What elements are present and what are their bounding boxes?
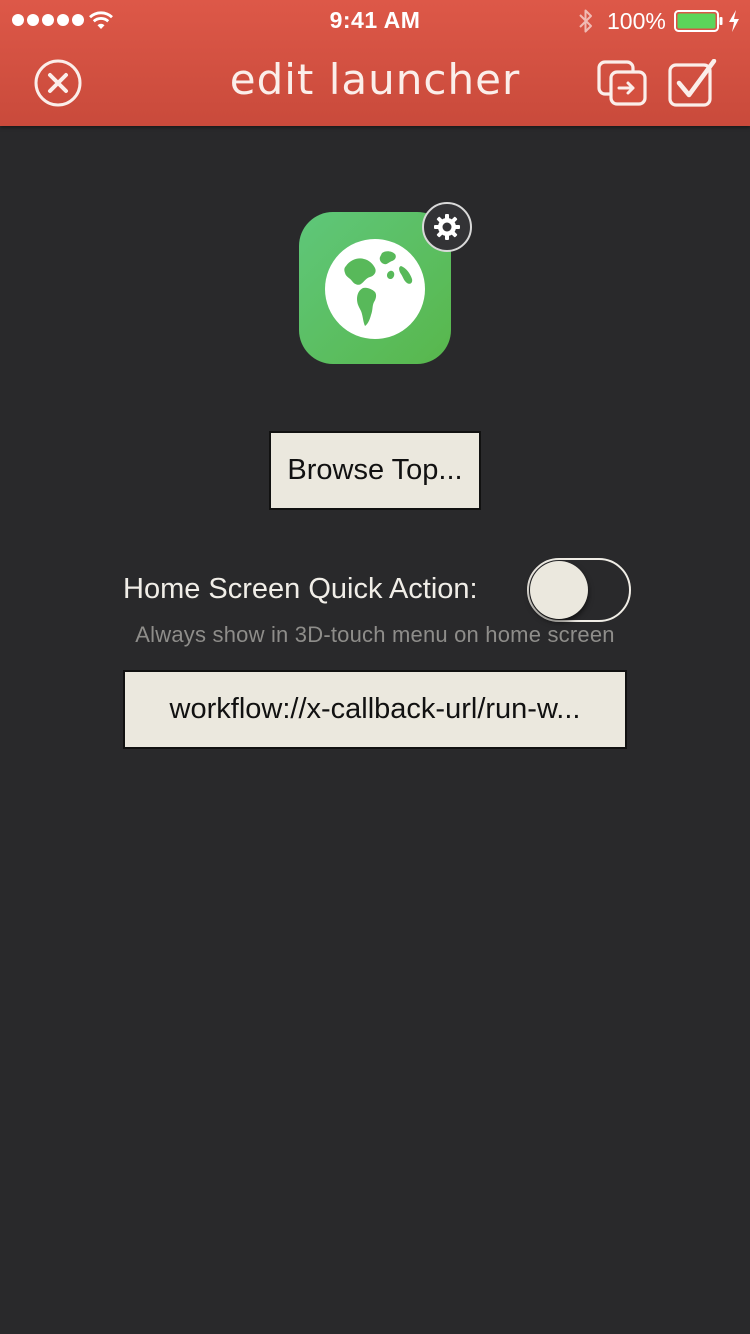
close-circle-icon (34, 59, 82, 107)
quick-action-toggle[interactable] (527, 558, 631, 622)
toggle-knob (530, 561, 588, 619)
quick-action-label: Home Screen Quick Action: (123, 573, 478, 605)
copy-icon (597, 60, 647, 106)
globe-icon (325, 239, 425, 339)
battery-icon (674, 10, 723, 32)
gear-icon (434, 214, 460, 240)
icon-settings-button[interactable] (422, 202, 472, 252)
bluetooth-icon (579, 9, 592, 33)
checkbox-check-icon (668, 58, 717, 107)
duplicate-button[interactable] (597, 59, 649, 107)
launcher-url-field[interactable]: workflow://x-callback-url/run-w... (123, 670, 627, 749)
quick-action-subtitle: Always show in 3D-touch menu on home scr… (135, 622, 615, 647)
launcher-name-button[interactable]: Browse Top... (269, 431, 481, 510)
done-button[interactable] (668, 58, 718, 107)
charging-bolt-icon (729, 10, 739, 32)
battery-percent: 100% (607, 8, 666, 34)
close-button[interactable] (34, 59, 82, 107)
status-bar: 9:41 AM 100% (0, 0, 750, 40)
nav-header: 9:41 AM 100% edit launcher (0, 0, 750, 126)
